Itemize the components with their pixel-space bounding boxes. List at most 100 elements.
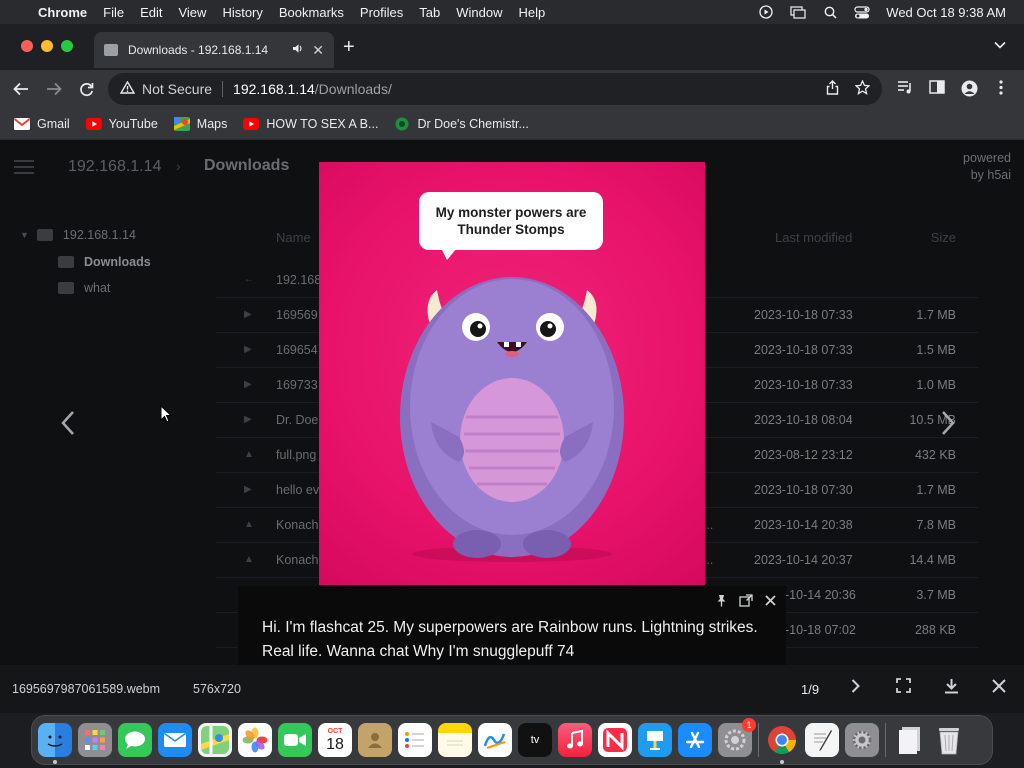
pin-icon[interactable] (716, 594, 727, 610)
row-size: 7.8 MB (916, 518, 956, 532)
notes-icon[interactable] (438, 723, 472, 757)
mouse-cursor-icon (160, 404, 173, 428)
profile-avatar-icon[interactable] (961, 80, 978, 101)
breadcrumb-current[interactable]: Downloads (204, 157, 289, 175)
bookmark-maps[interactable]: Maps (173, 116, 227, 131)
preferences-icon[interactable] (845, 723, 879, 757)
column-header-size[interactable]: Size (931, 230, 956, 245)
bookmark-label: Dr Doe's Chemistr... (417, 116, 529, 131)
maps-icon (173, 116, 190, 131)
bookmark-chemistry[interactable]: Dr Doe's Chemistr... (394, 116, 529, 131)
column-header-modified[interactable]: Last modified (775, 230, 852, 245)
hamburger-menu-icon[interactable] (14, 160, 34, 178)
caret-down-icon[interactable]: ▼ (20, 230, 29, 240)
menu-bookmarks[interactable]: Bookmarks (271, 5, 352, 20)
play-status-icon[interactable] (758, 5, 774, 19)
bookmark-star-icon[interactable] (854, 78, 871, 99)
bookmark-label: YouTube (108, 116, 158, 131)
tree-item-what[interactable]: what (58, 281, 110, 295)
folder-icon (58, 256, 74, 268)
tree-item-downloads[interactable]: Downloads (58, 255, 151, 269)
dock-separator (758, 723, 759, 757)
fullscreen-icon[interactable] (896, 678, 911, 698)
reload-icon[interactable] (73, 76, 99, 102)
kebab-menu-icon[interactable] (999, 80, 1003, 99)
tab-close-icon[interactable]: ✕ (312, 42, 324, 59)
contacts-icon[interactable] (358, 723, 392, 757)
maps-icon[interactable] (198, 723, 232, 757)
side-panel-icon[interactable] (929, 80, 945, 98)
reminders-icon[interactable] (398, 723, 432, 757)
media-controls-icon[interactable] (897, 80, 914, 98)
forward-arrow-icon[interactable] (41, 76, 67, 102)
menu-help[interactable]: Help (511, 5, 554, 20)
menubar-clock[interactable]: Wed Oct 18 9:38 AM (886, 5, 1006, 20)
close-window-button[interactable] (21, 40, 33, 52)
close-caption-icon[interactable] (765, 594, 776, 610)
tree-item-root[interactable]: ▼ 192.168.1.14 (20, 228, 136, 242)
speaker-icon[interactable] (292, 43, 304, 57)
control-center-icon[interactable] (854, 5, 870, 19)
row-name: 192.168 (276, 273, 322, 287)
notification-badge: 1 (742, 718, 756, 732)
download-icon[interactable] (944, 678, 959, 699)
breadcrumb-host[interactable]: 192.168.1.14 (68, 158, 161, 176)
menu-app-name[interactable]: Chrome (34, 5, 95, 20)
row-date: 2023-08-12 23:12 (754, 448, 853, 462)
textedit-icon[interactable] (805, 723, 839, 757)
menu-view[interactable]: View (170, 5, 214, 20)
bookmark-youtube-video[interactable]: HOW TO SEX A B... (243, 117, 378, 131)
address-bar[interactable]: Not Secure 192.168.1.14 /Downloads/ (108, 73, 882, 105)
bookmark-youtube[interactable]: YouTube (85, 116, 158, 131)
lightbox-previous-chevron-icon[interactable] (60, 410, 76, 444)
browser-tab[interactable]: Downloads - 192.168.1.14 ✕ (94, 32, 334, 68)
appstore-icon[interactable] (678, 723, 712, 757)
share-icon[interactable] (826, 79, 839, 99)
keynote-icon[interactable] (638, 723, 672, 757)
lightbox-preview-image[interactable]: My monster powers are Thunder Stomps (319, 162, 705, 585)
calendar-icon[interactable]: OCT 18 (318, 723, 352, 757)
row-date: -10-14 20:36 (785, 588, 856, 602)
new-tab-icon[interactable]: + (343, 36, 355, 59)
trash-icon[interactable] (932, 723, 966, 757)
music-icon[interactable] (558, 723, 592, 757)
freeform-icon[interactable] (478, 723, 512, 757)
settings-icon[interactable]: 1 (718, 718, 756, 757)
menu-edit[interactable]: Edit (132, 5, 170, 20)
lightbox-next-chevron-icon[interactable] (940, 410, 956, 444)
column-header-name[interactable]: Name (276, 230, 311, 245)
launchpad-icon[interactable] (78, 723, 112, 757)
menu-window[interactable]: Window (448, 5, 510, 20)
news-icon[interactable] (598, 723, 632, 757)
row-date: 2023-10-18 07:33 (754, 308, 853, 322)
spotlight-search-icon[interactable] (822, 5, 838, 19)
menu-file[interactable]: File (95, 5, 132, 20)
row-size: 1.0 MB (916, 378, 956, 392)
close-lightbox-icon[interactable] (992, 678, 1006, 698)
row-name: Dr. Doe (276, 413, 319, 427)
bookmark-gmail[interactable]: Gmail (14, 117, 70, 131)
tab-search-chevron-icon[interactable] (994, 38, 1006, 52)
finder-icon[interactable] (38, 723, 72, 764)
back-arrow-icon[interactable] (8, 76, 34, 102)
row-date: 2023-10-18 07:30 (754, 483, 853, 497)
documents-stack-icon[interactable] (892, 723, 926, 757)
mail-icon[interactable] (158, 723, 192, 757)
photos-icon[interactable] (238, 723, 272, 757)
menu-profiles[interactable]: Profiles (352, 5, 411, 20)
lightbox-next-icon[interactable] (851, 678, 860, 698)
powered-by-label[interactable]: powered by h5ai (963, 150, 1011, 184)
menu-history[interactable]: History (214, 5, 270, 20)
not-secure-label[interactable]: Not Secure (142, 81, 212, 97)
appletv-icon[interactable]: tv (518, 723, 552, 757)
chrome-icon[interactable] (765, 723, 799, 764)
maximize-window-button[interactable] (61, 40, 73, 52)
screen-mirroring-icon[interactable] (790, 5, 806, 19)
messages-icon[interactable] (118, 723, 152, 757)
caption-text: Hi. I'm flashcat 25. My superpowers are … (262, 619, 758, 660)
warning-triangle-icon[interactable] (119, 80, 136, 97)
menu-tab[interactable]: Tab (411, 5, 448, 20)
facetime-icon[interactable] (278, 723, 312, 757)
expand-caption-icon[interactable] (739, 594, 753, 610)
minimize-window-button[interactable] (41, 40, 53, 52)
